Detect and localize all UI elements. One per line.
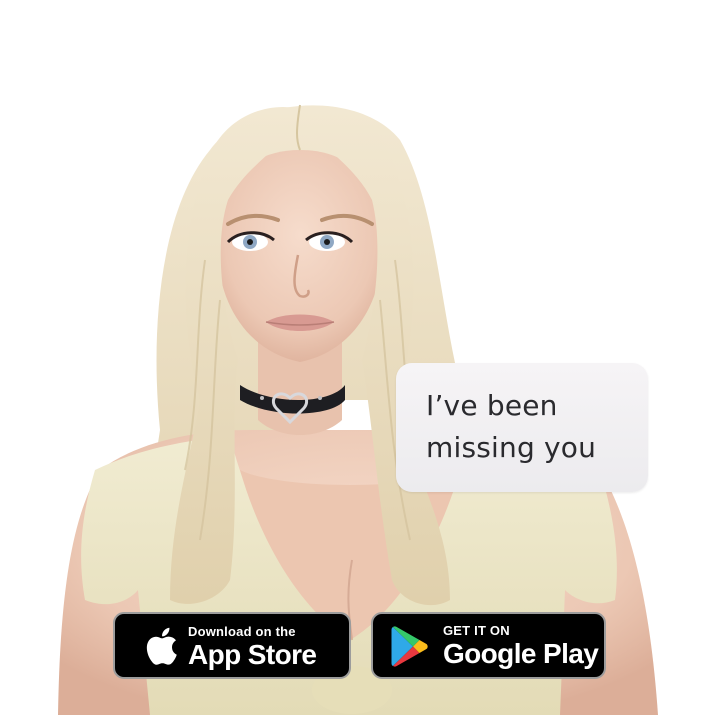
apple-logo-icon [146, 627, 177, 665]
google-play-badge[interactable]: GET IT ON Google Play [371, 612, 606, 679]
chat-message: I’ve been missing you [426, 389, 597, 464]
app-store-badge[interactable]: Download on the App Store [113, 612, 351, 679]
google-play-title: Google Play [443, 638, 599, 669]
google-play-small-text: GET IT ON [443, 623, 510, 638]
chat-bubble: I’ve been missing you [396, 363, 648, 492]
ad-stage: I’ve been missing you Download on the Ap… [0, 0, 719, 715]
google-play-logo-icon [391, 626, 428, 667]
avatar-illustration [58, 104, 658, 715]
app-store-small-text: Download on the [188, 624, 296, 639]
app-store-title: App Store [188, 639, 317, 670]
